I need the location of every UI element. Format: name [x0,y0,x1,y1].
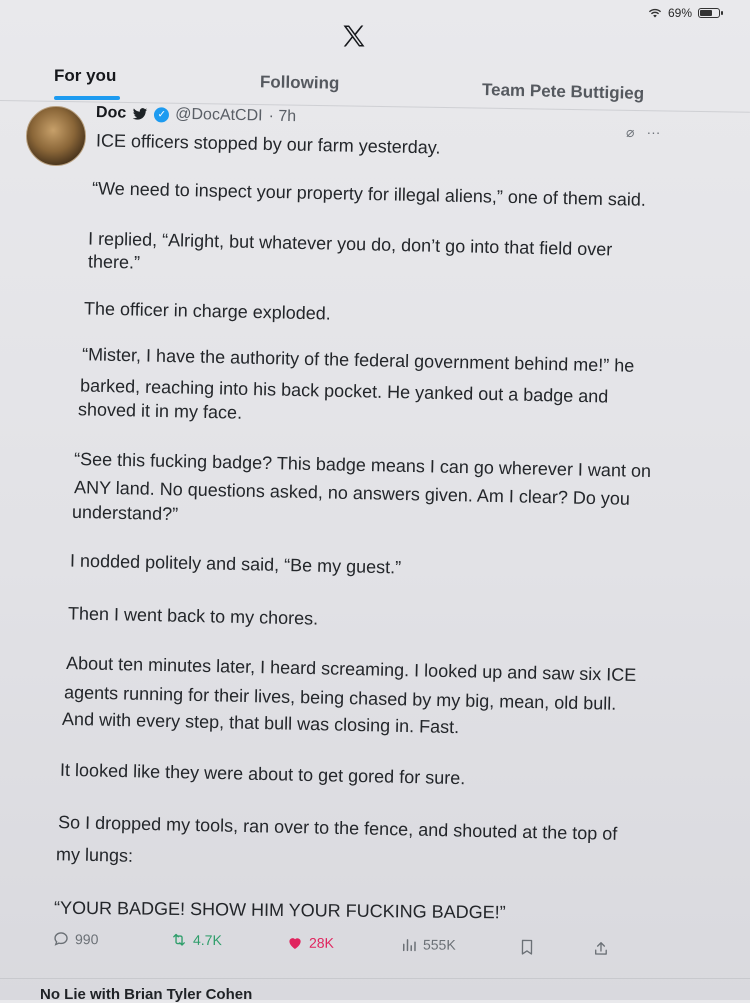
post-header: Doc ✓ @DocAtCDI · 7h [96,104,296,127]
repost-button[interactable]: 4.7K [170,931,222,949]
next-post-preview[interactable]: No Lie with Brian Tyler Cohen [40,986,252,1003]
repost-count: 4.7K [192,931,222,949]
post-line: I replied, “Alright, but whatever you do… [87,228,613,260]
post-line: The officer in charge exploded. [83,298,332,324]
post-line: So I dropped my tools, ran over to the f… [57,812,618,844]
views-button[interactable]: 555K [400,935,456,953]
tab-for-you[interactable]: For you [54,66,116,86]
bookmark-button[interactable] [518,938,536,956]
like-icon [289,938,301,949]
post-line: Then I went back to my chores. [67,603,319,629]
status-bar: 69% [648,6,723,20]
post-line: I nodded politely and said, “Be my guest… [69,550,402,578]
share-icon [595,942,607,955]
reply-button[interactable]: 990 [52,930,98,948]
post-line: ICE officers stopped by our farm yesterd… [95,130,441,158]
more-icon[interactable]: ··· [646,124,660,141]
post-line: there.” [87,251,141,273]
like-button[interactable]: 28K [286,934,334,952]
post-line: About ten minutes later, I heard screami… [65,653,637,685]
battery-icon [698,8,723,18]
battery-fill [700,10,712,16]
post-line: “Mister, I have the authority of the fed… [81,344,635,376]
post-line: shoved it in my face. [77,399,243,423]
post-line: my lungs: [55,844,134,866]
tab-following[interactable]: Following [260,72,340,93]
battery-percent: 69% [667,6,692,20]
post-menu: ⌀ ··· [626,124,660,141]
reply-icon [54,932,68,946]
bookmark-icon [521,939,533,955]
post-actions: 990 4.7K 28K 555K [52,930,652,960]
views-icon [402,939,416,952]
wifi-icon [648,8,662,18]
post-line: “YOUR BADGE! SHOW HIM YOUR FUCKING BADGE… [53,897,506,923]
like-count: 28K [308,934,334,951]
post-divider [0,978,750,979]
views-count: 555K [422,936,456,953]
verified-icon: ✓ [154,106,170,123]
post-line: And with every step, that bull was closi… [61,708,460,738]
post-line: understand?” [71,501,179,525]
reply-count: 990 [74,931,99,948]
x-logo-icon[interactable] [340,22,368,50]
author-handle[interactable]: @DocAtCDI [175,106,263,126]
post-time[interactable]: · 7h [268,108,296,127]
share-button[interactable] [592,940,610,958]
avatar[interactable] [26,106,86,166]
post-line: “See this fucking badge? This badge mean… [73,448,652,482]
grok-icon[interactable]: ⌀ [626,124,634,141]
active-tab-indicator [54,96,120,100]
tab-team-pete-buttigieg[interactable]: Team Pete Buttigieg [482,80,645,104]
bird-icon [132,107,148,120]
author-name[interactable]: Doc [96,104,127,123]
repost-icon [173,933,185,946]
post-line: “We need to inspect your property for il… [91,178,647,210]
post-line: It looked like they were about to get go… [59,759,466,789]
